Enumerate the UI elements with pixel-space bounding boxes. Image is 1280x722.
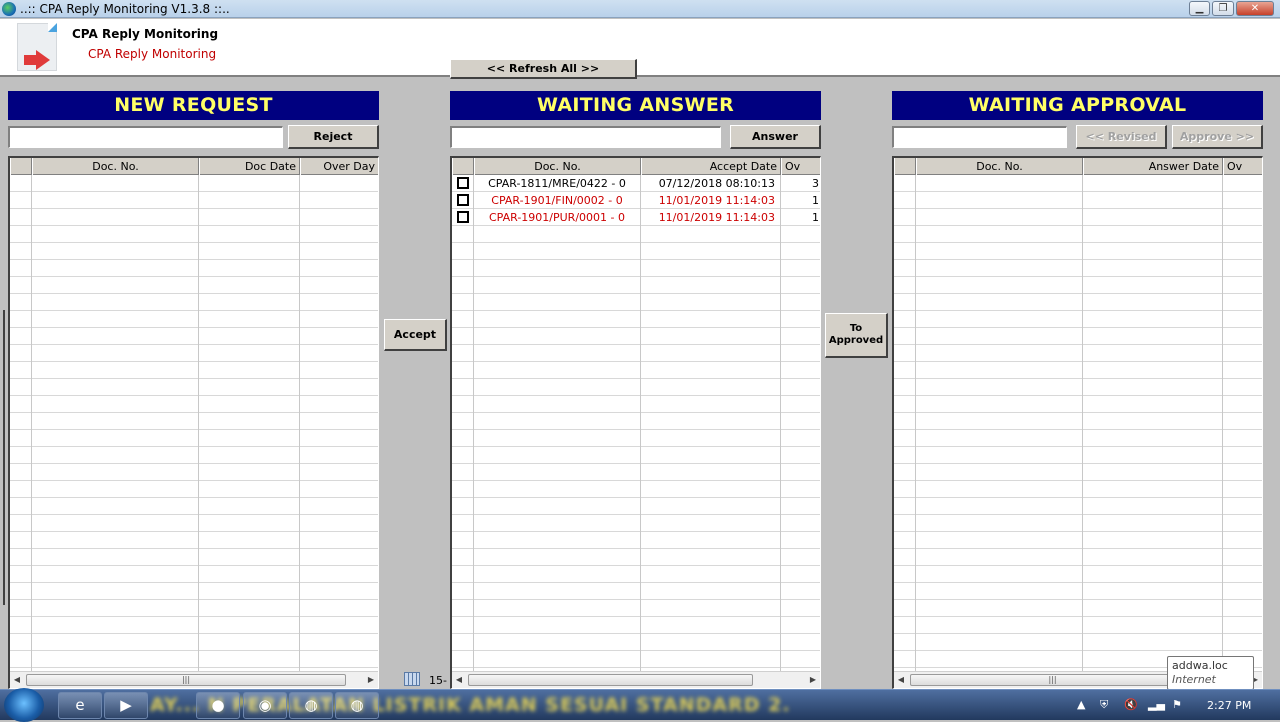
column-header-over[interactable]: Ov [1223,158,1262,175]
action-center-icon[interactable]: ⚑ [1172,698,1182,711]
to-approved-label-line2: Approved [828,335,884,346]
row-accept-date: 11/01/2019 11:14:03 [658,211,775,224]
column-header-accept-date[interactable]: Accept Date [641,158,781,175]
row-accept-date: 11/01/2019 11:14:03 [658,194,775,207]
start-button-icon[interactable] [4,688,44,722]
waiting-answer-heading: WAITING ANSWER [450,91,821,120]
row-over-day: 3 [812,177,819,190]
column-header-doc-date[interactable]: Doc Date [199,158,300,175]
grid-rows [452,175,820,671]
scroll-thumb[interactable]: ||| [26,674,346,686]
grid-rows [10,175,378,671]
row-over-day: 1 [812,211,819,224]
clock-time[interactable]: 2:27 PM [1207,699,1251,712]
chrome-icon[interactable]: ◉ [243,692,287,719]
app-header: CPA Reply Monitoring CPA Reply Monitorin… [0,19,1280,79]
grid-rows [894,175,1262,671]
answer-button[interactable]: Answer [730,125,821,149]
window-title: ..:: CPA Reply Monitoring V1.3.8 ::.. [20,2,230,16]
media-player-icon[interactable]: ▶ [104,692,148,719]
globe-app-icon [2,2,16,16]
app-title: CPA Reply Monitoring [72,27,219,41]
internet-explorer-icon[interactable]: e [58,692,102,719]
column-header-over-day[interactable]: Over Day [300,158,378,175]
column-header-over[interactable]: Ov [781,158,820,175]
row-selector-header [894,158,916,175]
minimize-button[interactable]: ▁ [1189,1,1210,16]
left-edge-splitter[interactable] [0,310,5,605]
new-request-search-input[interactable] [8,126,283,148]
column-header-doc-no[interactable]: Doc. No. [916,158,1083,175]
calendar-icon[interactable] [404,672,420,686]
to-approved-label-line1: To [849,323,863,334]
grid-header: Doc. No. Answer Date Ov [894,158,1262,175]
new-request-heading: NEW REQUEST [8,91,379,120]
horizontal-scrollbar[interactable]: ◀ ||| ▶ [10,671,378,688]
column-header-doc-no[interactable]: Doc. No. [32,158,199,175]
row-checkbox[interactable] [457,211,469,223]
network-signal-icon[interactable]: ▂▄ [1148,698,1165,711]
scroll-thumb[interactable]: ||| [910,674,1195,686]
status-date-fragment: 15- [429,674,447,687]
reject-button[interactable]: Reject [288,125,379,149]
row-doc-no: CPAR-1901/FIN/0002 - 0 [491,194,623,207]
network-tooltip: addwa.loc Internet access [1167,656,1254,700]
app-subtitle: CPA Reply Monitoring [88,47,217,61]
waiting-answer-search-input[interactable] [450,126,721,148]
refresh-all-button[interactable]: << Refresh All >> [450,59,637,79]
grid-header: Doc. No. Accept Date Ov [452,158,820,175]
new-request-grid[interactable]: Doc. No. Doc Date Over Day ◀ ||| ▶ [8,156,379,689]
tray-expand-icon[interactable]: ▲ [1077,698,1085,711]
row-selector-header [452,158,474,175]
scroll-left-arrow-icon[interactable]: ◀ [896,674,906,686]
table-row[interactable]: CPAR-1901/PUR/0001 - 0 11/01/2019 11:14:0… [452,209,820,226]
document-export-icon [17,23,57,71]
scroll-right-arrow-icon[interactable]: ▶ [808,674,818,686]
waiting-approval-search-input[interactable] [892,126,1067,148]
table-row[interactable]: CPAR-1901/FIN/0002 - 0 11/01/2019 11:14:0… [452,192,820,209]
taskbar: AY... N PERALATAN LISTRIK AMAN SESUAI ST… [0,688,1280,722]
grid-header: Doc. No. Doc Date Over Day [10,158,378,175]
waiting-approval-grid[interactable]: Doc. No. Answer Date Ov ◀ ||| ▶ [892,156,1263,689]
globe-app-active-taskbar-icon[interactable]: ◍ [335,692,379,719]
row-over-day: 1 [812,194,819,207]
scroll-thumb[interactable] [468,674,753,686]
accept-button[interactable]: Accept [384,319,447,351]
scroll-right-arrow-icon[interactable]: ▶ [366,674,376,686]
waiting-answer-grid[interactable]: Doc. No. Accept Date Ov CPAR-1811/MRE/04… [450,156,821,689]
firefox-icon[interactable]: ● [196,692,240,719]
column-header-answer-date[interactable]: Answer Date [1083,158,1223,175]
scroll-left-arrow-icon[interactable]: ◀ [12,674,22,686]
tooltip-title: addwa.loc [1172,659,1228,672]
horizontal-scrollbar[interactable]: ◀ ▶ [452,671,820,688]
row-checkbox[interactable] [457,177,469,189]
row-selector-header [10,158,32,175]
waiting-approval-heading: WAITING APPROVAL [892,91,1263,120]
globe-app-taskbar-icon[interactable]: ◍ [289,692,333,719]
tray-security-icon[interactable]: ⛨ [1100,698,1108,712]
row-checkbox[interactable] [457,194,469,206]
scroll-left-arrow-icon[interactable]: ◀ [454,674,464,686]
window-titlebar: ..:: CPA Reply Monitoring V1.3.8 ::.. ▁ … [0,0,1280,18]
revised-button[interactable]: << Revised [1076,125,1167,149]
maximize-button[interactable]: ❐ [1212,1,1234,16]
column-header-doc-no[interactable]: Doc. No. [474,158,641,175]
row-doc-no: CPAR-1901/PUR/0001 - 0 [489,211,625,224]
volume-muted-icon[interactable]: 🔇 [1124,698,1138,711]
to-approved-button[interactable]: To Approved [825,313,888,358]
row-accept-date: 07/12/2018 08:10:13 [658,177,775,190]
close-button[interactable]: ✕ [1236,1,1274,16]
approve-button[interactable]: Approve >> [1172,125,1263,149]
row-doc-no: CPAR-1811/MRE/0422 - 0 [488,177,626,190]
table-row[interactable]: CPAR-1811/MRE/0422 - 0 07/12/2018 08:10:1… [452,175,820,192]
